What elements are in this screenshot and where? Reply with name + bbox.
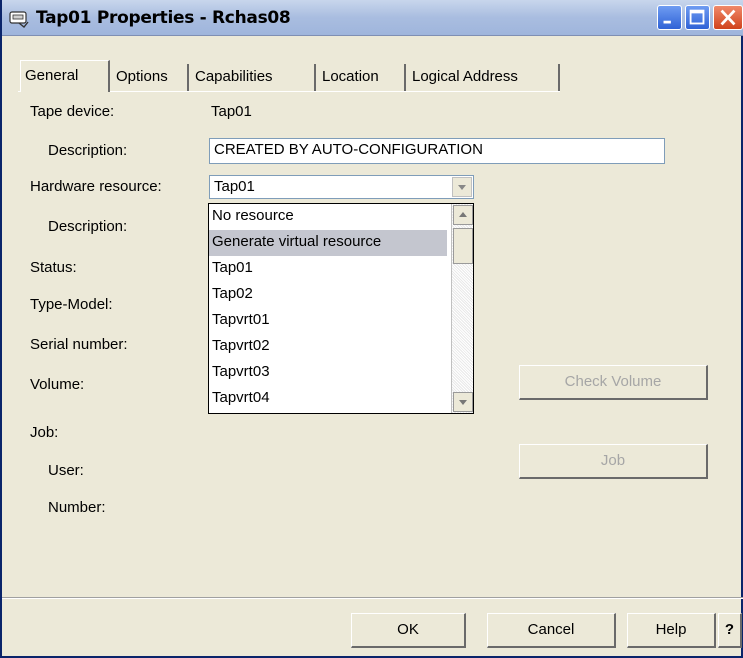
bottom-separator xyxy=(2,597,743,599)
maximize-icon xyxy=(689,9,705,25)
minimize-button[interactable] xyxy=(657,5,682,30)
dropdown-option-label: Tapvrt01 xyxy=(212,311,270,328)
hardware-resource-value: Tap01 xyxy=(214,178,255,195)
hardware-resource-dropdown[interactable]: No resource Generate virtual resource Ta… xyxy=(208,203,474,414)
volume-label: Volume: xyxy=(30,376,85,393)
dropdown-scrollbar[interactable] xyxy=(451,204,473,413)
cancel-button[interactable]: Cancel xyxy=(487,613,616,648)
dropdown-option-label: Tapvrt03 xyxy=(212,363,270,380)
device-properties-icon xyxy=(9,11,29,28)
dropdown-option[interactable]: No resource xyxy=(209,204,447,230)
dropdown-option-label: Tap01 xyxy=(212,259,253,276)
close-icon xyxy=(720,9,736,26)
description-field-value: CREATED BY AUTO-CONFIGURATION xyxy=(214,141,483,158)
dropdown-option-highlighted[interactable]: Generate virtual resource xyxy=(209,230,447,256)
arrow-up-icon xyxy=(459,212,467,217)
tab-capabilities[interactable]: Capabilities xyxy=(191,64,316,92)
hw-description-label: Description: xyxy=(48,218,128,235)
dropdown-option[interactable]: Tapvrt03 xyxy=(209,360,447,386)
scroll-up-button[interactable] xyxy=(453,205,473,225)
description-label: Description: xyxy=(48,142,128,159)
tab-logical-address[interactable]: Logical Address xyxy=(408,64,560,92)
ok-button-label: OK xyxy=(397,621,419,638)
check-volume-button[interactable]: Check Volume xyxy=(519,365,708,400)
title-bar[interactable]: Tap01 Properties - Rchas08 xyxy=(2,0,743,36)
job-button[interactable]: Job xyxy=(519,444,708,479)
dropdown-option[interactable]: Tapvrt01 xyxy=(209,308,447,334)
hardware-resource-combo[interactable]: Tap01 xyxy=(209,175,474,199)
window-title: Tap01 Properties - Rchas08 xyxy=(36,8,291,28)
tape-device-value: Tap01 xyxy=(211,103,252,120)
hardware-resource-label: Hardware resource: xyxy=(30,178,162,195)
tab-options-label: Options xyxy=(116,68,168,85)
help-button[interactable]: Help xyxy=(627,613,716,648)
ok-button[interactable]: OK xyxy=(351,613,466,648)
whats-this-button[interactable]: ? xyxy=(718,613,742,648)
cancel-button-label: Cancel xyxy=(527,621,575,638)
type-model-label: Type-Model: xyxy=(30,296,113,313)
dropdown-option[interactable]: Tap01 xyxy=(209,256,447,282)
tab-location-label: Location xyxy=(322,68,379,85)
dropdown-option[interactable]: Tap02 xyxy=(209,282,447,308)
tab-general-label: General xyxy=(25,67,79,84)
dropdown-option-label: No resource xyxy=(212,207,294,224)
tab-general[interactable]: General xyxy=(20,60,110,92)
combo-arrow-button[interactable] xyxy=(452,177,472,197)
minimize-icon xyxy=(663,20,671,24)
serial-number-label: Serial number: xyxy=(30,336,128,353)
whats-this-label: ? xyxy=(724,621,735,638)
tab-logical-address-label: Logical Address xyxy=(412,68,518,85)
description-field[interactable]: CREATED BY AUTO-CONFIGURATION xyxy=(209,138,665,164)
chevron-down-icon xyxy=(458,185,466,190)
dropdown-option[interactable]: Tapvrt02 xyxy=(209,334,447,360)
tab-location[interactable]: Location xyxy=(318,64,406,92)
scroll-down-button[interactable] xyxy=(453,392,473,412)
dropdown-option-label: Generate virtual resource xyxy=(212,233,382,250)
close-button[interactable] xyxy=(713,5,743,30)
maximize-button[interactable] xyxy=(685,5,710,30)
tab-options[interactable]: Options xyxy=(112,64,189,92)
dropdown-option-label: Tapvrt04 xyxy=(212,389,270,406)
arrow-down-icon xyxy=(459,400,467,405)
dropdown-option[interactable]: Tapvrt04 xyxy=(209,386,447,412)
dropdown-option-label: Tapvrt02 xyxy=(212,337,270,354)
scroll-thumb[interactable] xyxy=(453,228,473,264)
help-button-label: Help xyxy=(655,621,687,638)
tape-device-label: Tape device: xyxy=(30,103,115,120)
tab-capabilities-label: Capabilities xyxy=(195,68,273,85)
properties-window: Tap01 Properties - Rchas08 General Optio… xyxy=(0,0,743,658)
status-label: Status: xyxy=(30,259,77,276)
number-label: Number: xyxy=(48,499,106,516)
user-label: User: xyxy=(48,462,84,479)
check-volume-label: Check Volume xyxy=(564,373,662,390)
dropdown-option-label: Tap02 xyxy=(212,285,253,302)
job-label: Job: xyxy=(30,424,59,441)
job-button-label: Job xyxy=(600,452,626,469)
